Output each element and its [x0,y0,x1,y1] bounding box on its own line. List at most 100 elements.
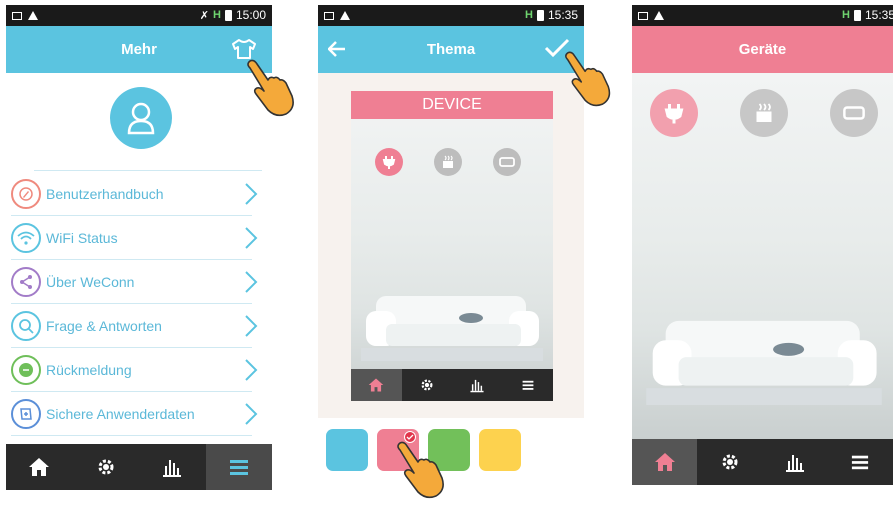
nav-home[interactable] [632,439,698,485]
sofa-image [361,296,543,361]
nav-settings[interactable] [697,439,762,485]
chat-icon [11,354,41,385]
device-cooker-icon [434,148,462,176]
backup-icon [11,398,41,429]
bottom-nav [6,444,272,490]
chart-icon [470,379,484,393]
nav-more[interactable] [828,439,893,485]
preview-title: DEVICE [422,96,482,113]
device-plug-icon [375,148,403,176]
menu-label: Rückmeldung [46,361,132,378]
user-icon [127,102,155,135]
screen-geraete: H 15:35 Geräte [632,5,893,485]
plug-icon [664,104,684,124]
avatar[interactable] [110,87,172,149]
menu-item-frage-antworten[interactable]: Frage & Antworten [11,304,258,348]
chevron-right-icon [245,271,258,293]
battery-icon [853,9,861,21]
chevron-right-icon [245,227,258,249]
menu-item-benutzerhandbuch[interactable]: Benutzerhandbuch [11,172,258,216]
preview-nav-home [351,369,402,401]
shirt-theme-icon[interactable] [230,38,258,60]
title-bar: Thema [318,26,584,73]
menu-item-ueber-weconn[interactable]: Über WeConn [11,260,258,304]
menu-label: WiFi Status [46,229,118,246]
search-icon [11,310,41,341]
fan-icon [843,106,865,120]
gear-icon [722,454,738,470]
nav-home[interactable] [6,444,73,490]
device-fan-button[interactable] [830,89,878,137]
title-bar: Mehr [6,26,272,73]
nav-stats[interactable] [139,444,206,490]
home-icon [29,458,50,476]
page-title: Thema [426,41,476,58]
device-plug-button[interactable] [650,89,698,137]
device-fan-icon [493,148,521,176]
preview-nav-more [503,369,554,401]
status-time: 15:35 [547,8,578,22]
signal-icon: H [213,9,221,21]
compass-icon [11,178,41,209]
page-title: Mehr [121,41,157,58]
gear-icon [421,379,433,391]
menu-icon [229,460,248,475]
nav-stats[interactable] [763,439,828,485]
menu-list: Benutzerhandbuch WiFi Status Über WeConn… [6,172,272,436]
status-time: 15:00 [235,8,266,22]
hand-pointer-icon [565,51,611,107]
wifi-icon [11,222,41,253]
battery-icon [536,9,544,21]
warning-icon [654,11,664,20]
menu-icon [852,455,869,470]
theme-preview-area: DEVICE [318,73,584,418]
warning-icon [28,11,38,20]
sofa-image [646,320,882,405]
share-icon [11,266,41,297]
chevron-right-icon [245,359,258,381]
bottom-nav [632,439,893,485]
gear-icon [98,459,114,475]
theme-swatch-yellow[interactable] [479,429,521,471]
title-bar: Geräte [632,26,893,73]
signal-icon: H [525,9,533,21]
menu-label: Sichere Anwenderdaten [46,405,195,422]
page-title: Geräte [738,41,787,58]
menu-item-rueckmeldung[interactable]: Rückmeldung [11,348,258,392]
status-bar: H 15:35 [318,5,584,26]
home-icon [368,378,384,392]
hand-pointer-icon [397,441,444,499]
signal-icon: H [842,9,850,21]
mute-icon: ✗ [199,9,210,22]
cooker-icon [756,103,772,122]
status-time: 15:35 [864,8,893,22]
theme-preview: DEVICE [351,91,553,401]
nav-more[interactable] [205,444,272,490]
screen-icon [324,11,334,20]
screen-icon [12,11,22,20]
hand-pointer-icon [247,59,294,117]
battery-icon [224,9,232,21]
chart-icon [786,455,805,472]
status-bar: H 15:35 [632,5,893,26]
menu-label: Frage & Antworten [46,317,162,334]
menu-label: Über WeConn [46,273,135,290]
device-cooker-button[interactable] [740,89,788,137]
status-bar: ✗ H 15:00 [6,5,272,26]
preview-nav-settings [402,369,453,401]
theme-swatch-blue[interactable] [326,429,368,471]
menu-item-sichere-anwenderdaten[interactable]: Sichere Anwenderdaten [11,392,258,436]
screen-icon [638,11,648,20]
warning-icon [340,11,350,20]
chevron-right-icon [245,183,258,205]
screen-thema: H 15:35 Thema DEVICE [318,5,584,475]
menu-label: Benutzerhandbuch [46,185,164,202]
preview-header: DEVICE [351,91,553,119]
preview-nav-stats [452,369,503,401]
menu-icon [522,380,534,390]
nav-settings[interactable] [73,444,140,490]
preview-nav [351,369,553,401]
chevron-right-icon [245,315,258,337]
back-arrow-icon[interactable] [328,41,346,57]
menu-item-wifi-status[interactable]: WiFi Status [11,216,258,260]
